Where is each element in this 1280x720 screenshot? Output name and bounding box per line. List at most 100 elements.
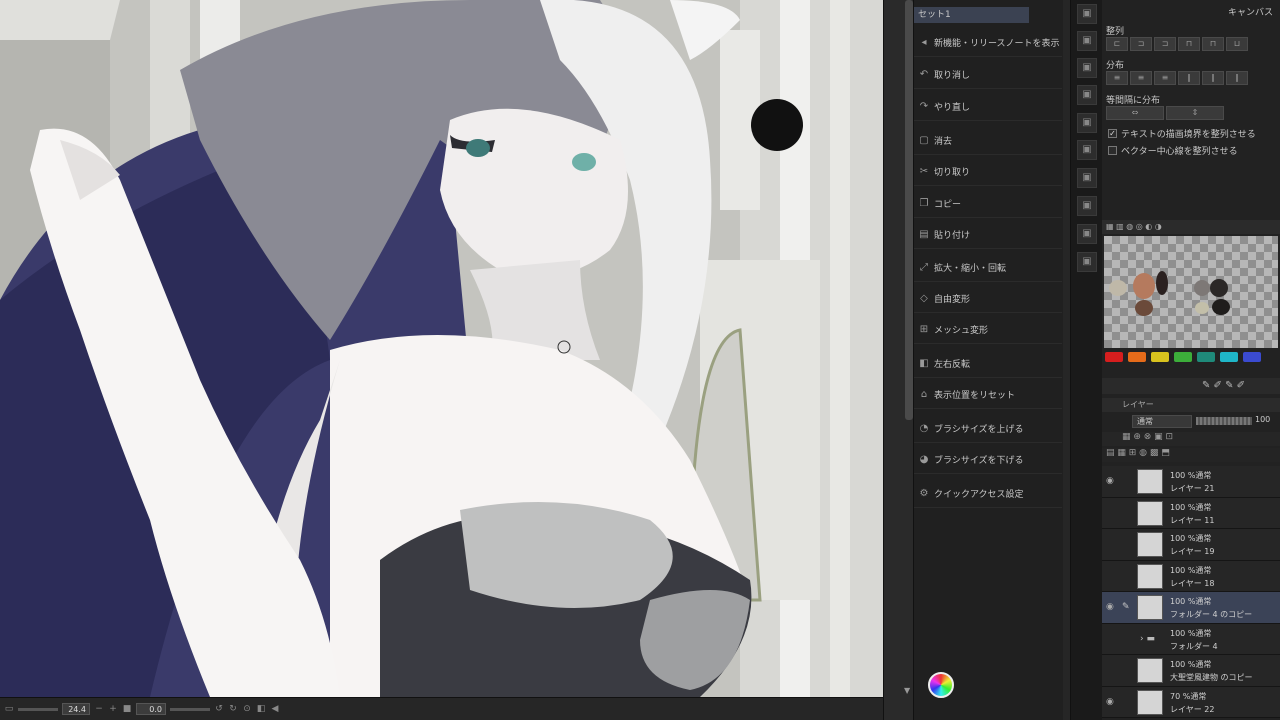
check-text-bounds[interactable]: ✓ テキストの描画境界を整列させる [1108, 127, 1256, 140]
cmd-scale-rotate[interactable]: ⤢ 拡大・縮小・回転 [914, 254, 1062, 282]
align-reference-label: キャンバス [1228, 8, 1274, 18]
rotate-right-icon[interactable]: ↻ [228, 704, 238, 714]
brush-icon[interactable]: ✎ ✐ ✎ ✐ [1202, 380, 1245, 391]
distribute-buttons: ≡ ≡ ≡ ∥ ∥ ∥ [1106, 71, 1248, 85]
panel-toggle-icon[interactable]: ▣ [1077, 140, 1097, 160]
zoom-out-icon[interactable]: − [94, 704, 104, 714]
cmd-brush-size-down[interactable]: ◕ ブラシサイズを下げる [914, 446, 1062, 474]
cmd-quick-access-settings[interactable]: ⚙ クイックアクセス設定 [914, 480, 1062, 508]
reset-rotation-icon[interactable]: ⊙ [242, 704, 252, 714]
swatch[interactable] [1243, 352, 1261, 362]
zoom-in-icon[interactable]: + [108, 704, 118, 714]
cmd-flip-horizontal[interactable]: ◧ 左右反転 [914, 350, 1062, 378]
align-left-icon[interactable]: ⊏ [1106, 37, 1128, 51]
opacity-value[interactable]: 100 [1255, 415, 1270, 424]
rotation-slider[interactable] [170, 707, 210, 711]
tab-set1[interactable]: セット1 [914, 7, 1029, 23]
equal-horizontal-icon[interactable]: ⇔ [1106, 106, 1164, 120]
align-top-icon[interactable]: ⊓ [1178, 37, 1200, 51]
cmd-free-transform[interactable]: ◇ 自由変形 [914, 285, 1062, 313]
cmd-clear[interactable]: ▢ 消去 [914, 127, 1062, 155]
color-wheel-icon[interactable] [928, 672, 954, 698]
cmd-cut[interactable]: ✂ 切り取り [914, 158, 1062, 186]
cmd-paste[interactable]: ▤ 貼り付け [914, 221, 1062, 249]
cmd-undo[interactable]: ↶ 取り消し [914, 61, 1062, 89]
layer-row[interactable]: 100 %通常 レイヤー 19 [1102, 529, 1280, 561]
cmd-brush-size-up[interactable]: ◔ ブラシサイズを上げる [914, 415, 1062, 443]
panel-toggle-icon[interactable]: ▣ [1077, 196, 1097, 216]
scrollbar-thumb[interactable] [905, 0, 913, 420]
swatch[interactable] [1151, 352, 1169, 362]
rotation-field[interactable]: 0.0 [136, 703, 166, 715]
panel-toggle-icon[interactable]: ▣ [1077, 4, 1097, 24]
swatch[interactable] [1197, 352, 1215, 362]
fit-icon[interactable]: ■ [122, 704, 132, 714]
navigator-icon[interactable]: ▭ [4, 704, 14, 714]
rotate-left-icon[interactable]: ↺ [214, 704, 224, 714]
distribute-hcenter-icon[interactable]: ≡ [1130, 71, 1152, 85]
panel-toggle-icon[interactable]: ▣ [1077, 31, 1097, 51]
layer-row[interactable]: ◉ 70 %通常 レイヤー 22 [1102, 686, 1280, 718]
layer-row-selected[interactable]: ◉ ✎ 100 %通常 フォルダー 4 のコピー [1102, 592, 1280, 624]
distribute-top-icon[interactable]: ∥ [1178, 71, 1200, 85]
swatch[interactable] [1105, 352, 1123, 362]
zoom-field[interactable]: 24.4 [62, 703, 90, 715]
checkbox[interactable]: ✓ [1108, 129, 1117, 138]
layer-row[interactable]: › ▬ 100 %通常 フォルダー 4 [1102, 623, 1280, 655]
scroll-left-icon[interactable]: ◀ [270, 704, 280, 714]
reset-view-icon: ⌂ [920, 389, 928, 400]
layer-row[interactable]: 100 %通常 大聖堂風建物 のコピー [1102, 655, 1280, 687]
align-buttons: ⊏ ⊐ ⊐ ⊓ ⊓ ⊔ [1106, 37, 1248, 51]
right-panel: キャンバス 整列 ⊏ ⊐ ⊐ ⊓ ⊓ ⊔ 分布 ≡ ≡ ≡ ∥ ∥ ∥ 等間隔に… [1102, 0, 1280, 720]
align-bottom-icon[interactable]: ⊔ [1226, 37, 1248, 51]
panel-toggle-icon[interactable]: ▣ [1077, 113, 1097, 133]
checkbox[interactable] [1108, 146, 1117, 155]
mesh-icon: ⊞ [919, 324, 929, 335]
opacity-slider[interactable] [1196, 417, 1252, 425]
flip-horizontal-icon[interactable]: ◧ [256, 704, 266, 714]
drawing-canvas[interactable] [0, 0, 883, 697]
panel-toggle-icon[interactable]: ▣ [1077, 168, 1097, 188]
cmd-label: ブラシサイズを下げる [934, 456, 1024, 466]
layer-panel-tab[interactable]: レイヤー [1102, 398, 1280, 412]
eye-icon[interactable]: ◉ [1106, 697, 1114, 707]
panel-toggle-icon[interactable]: ▣ [1077, 58, 1097, 78]
layer-name: レイヤー 18 [1170, 578, 1215, 588]
layer-opacity-mode: 100 %通常 [1170, 471, 1212, 480]
layer-row[interactable]: 100 %通常 レイヤー 18 [1102, 560, 1280, 592]
distribute-vcenter-icon[interactable]: ∥ [1202, 71, 1224, 85]
check-vector-center[interactable]: ベクター中心線を整列させる [1108, 144, 1238, 157]
distribute-bottom-icon[interactable]: ∥ [1226, 71, 1248, 85]
eye-icon[interactable]: ◉ [1106, 602, 1114, 612]
swatch[interactable] [1128, 352, 1146, 362]
cmd-mesh-transform[interactable]: ⊞ メッシュ変形 [914, 316, 1062, 344]
align-vcenter-icon[interactable]: ⊓ [1202, 37, 1224, 51]
layer-row[interactable]: ◉ 100 %通常 レイヤー 21 [1102, 466, 1280, 498]
equal-vertical-icon[interactable]: ⇕ [1166, 106, 1224, 120]
panel-toggle-icon[interactable]: ▣ [1077, 85, 1097, 105]
layer-row[interactable]: 100 %通常 レイヤー 11 [1102, 497, 1280, 529]
eye-icon[interactable]: ◉ [1106, 476, 1114, 486]
swatch[interactable] [1174, 352, 1192, 362]
check-text-bounds-label: テキストの描画境界を整列させる [1121, 130, 1256, 140]
panel-toggle-icon[interactable]: ▣ [1077, 224, 1097, 244]
distribute-left-icon[interactable]: ≡ [1106, 71, 1128, 85]
canvas-vertical-scrollbar[interactable]: ▼ [883, 0, 913, 720]
distribute-right-icon[interactable]: ≡ [1154, 71, 1176, 85]
folder-icon[interactable]: › ▬ [1140, 634, 1155, 644]
undo-icon: ↶ [919, 69, 929, 80]
layer-opacity-mode: 100 %通常 [1170, 502, 1212, 512]
align-right-icon[interactable]: ⊐ [1154, 37, 1176, 51]
blend-mode-select[interactable]: 通常 [1132, 415, 1192, 428]
cmd-redo[interactable]: ↷ やり直し [914, 93, 1062, 121]
cmd-copy[interactable]: ❐ コピー [914, 190, 1062, 218]
panel-toggle-icon[interactable]: ▣ [1077, 252, 1097, 272]
cmd-release-notes[interactable]: ◂ 新機能・リリースノートを表示 [914, 29, 1062, 57]
layer-opacity-mode: 100 %通常 [1170, 534, 1212, 543]
swatch[interactable] [1220, 352, 1238, 362]
scissors-icon: ✂ [919, 166, 929, 177]
zoom-slider[interactable] [18, 707, 58, 711]
color-mixing-palette[interactable] [1104, 236, 1278, 348]
align-hcenter-icon[interactable]: ⊐ [1130, 37, 1152, 51]
cmd-reset-view[interactable]: ⌂ 表示位置をリセット [914, 381, 1062, 409]
